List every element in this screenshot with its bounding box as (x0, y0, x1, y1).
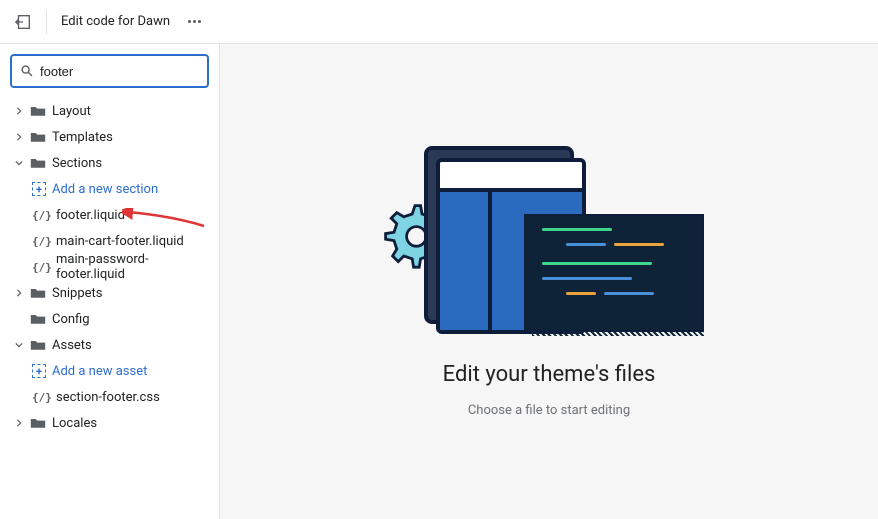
empty-subtext: Choose a file to start editing (468, 403, 630, 418)
sidebar: Layout Templates Sections + Add a new se… (0, 44, 220, 519)
tree-folder-assets[interactable]: Assets (10, 332, 209, 358)
tree-folder-sections[interactable]: Sections (10, 150, 209, 176)
liquid-icon: {/} (32, 261, 50, 274)
exit-icon[interactable] (14, 13, 32, 31)
file-item[interactable]: {/} section-footer.css (10, 384, 209, 410)
add-icon: + (32, 182, 46, 196)
chevron-right-icon (14, 107, 24, 115)
folder-icon (30, 156, 46, 170)
tree-folder-config[interactable]: Config (10, 306, 209, 332)
folder-label: Layout (52, 104, 91, 119)
file-label: main-password-footer.liquid (56, 252, 205, 282)
header: Edit code for Dawn (0, 0, 878, 44)
folder-label: Sections (52, 156, 102, 171)
add-section-button[interactable]: + Add a new section (10, 176, 209, 202)
file-item[interactable]: {/} main-password-footer.liquid (10, 254, 209, 280)
empty-heading: Edit your theme's files (443, 362, 656, 387)
folder-label: Templates (52, 130, 113, 145)
chevron-down-icon (14, 159, 24, 167)
liquid-icon: {/} (32, 209, 50, 222)
folder-icon (30, 312, 46, 326)
file-label: section-footer.css (56, 390, 160, 405)
divider (46, 10, 47, 34)
folder-label: Config (52, 312, 90, 327)
liquid-icon: {/} (32, 391, 50, 404)
file-label: footer.liquid (56, 208, 125, 223)
main: Layout Templates Sections + Add a new se… (0, 44, 878, 519)
folder-label: Snippets (52, 286, 103, 301)
folder-icon (30, 338, 46, 352)
chevron-right-icon (14, 419, 24, 427)
chevron-right-icon (14, 289, 24, 297)
search-field[interactable] (10, 54, 209, 88)
folder-label: Locales (52, 416, 97, 431)
file-item[interactable]: {/} footer.liquid (10, 202, 209, 228)
chevron-down-icon (14, 341, 24, 349)
page-title: Edit code for Dawn (61, 14, 170, 29)
tree-folder-locales[interactable]: Locales (10, 410, 209, 436)
chevron-right-icon (14, 133, 24, 141)
tree-folder-templates[interactable]: Templates (10, 124, 209, 150)
file-item[interactable]: {/} main-cart-footer.liquid (10, 228, 209, 254)
folder-icon (30, 130, 46, 144)
add-label: Add a new asset (52, 364, 147, 379)
file-label: main-cart-footer.liquid (56, 234, 184, 249)
tree-folder-snippets[interactable]: Snippets (10, 280, 209, 306)
more-icon[interactable] (184, 16, 205, 27)
content-area: Edit your theme's files Choose a file to… (220, 44, 878, 519)
liquid-icon: {/} (32, 235, 50, 248)
illustration (394, 146, 704, 346)
add-asset-button[interactable]: + Add a new asset (10, 358, 209, 384)
search-input[interactable] (34, 64, 220, 79)
folder-icon (30, 104, 46, 118)
folder-icon (30, 416, 46, 430)
folder-icon (30, 286, 46, 300)
add-icon: + (32, 364, 46, 378)
search-icon (20, 64, 34, 78)
folder-label: Assets (52, 338, 92, 353)
add-label: Add a new section (52, 182, 158, 197)
tree-folder-layout[interactable]: Layout (10, 98, 209, 124)
